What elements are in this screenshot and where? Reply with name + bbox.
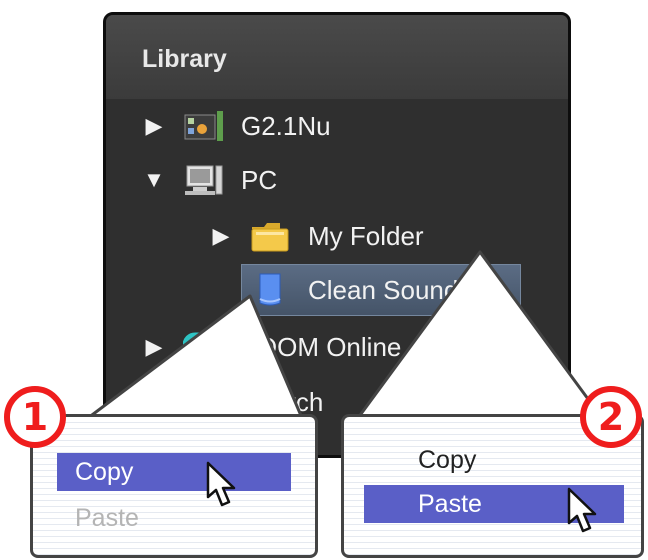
step-1-badge: 1	[4, 386, 66, 448]
tree-item-zoom-online[interactable]: ▶ ZOOM Online	[143, 325, 401, 369]
library-title: Library	[142, 45, 227, 73]
tree-item-my-folder[interactable]: ▶ My Folder	[210, 214, 424, 258]
zoom-online-icon	[182, 330, 225, 364]
mouse-cursor-icon	[567, 487, 597, 533]
expand-arrow-icon[interactable]: ▶	[143, 391, 165, 413]
tree-item-g21nu[interactable]: ▶ G2.1Nu	[143, 104, 331, 148]
copy-menu-item[interactable]: Copy	[400, 441, 624, 479]
expand-arrow-icon[interactable]: ▶	[143, 336, 165, 358]
expand-arrow-icon[interactable]: ▶	[143, 115, 165, 137]
copy-menu-item[interactable]: Copy	[57, 453, 291, 491]
patch-file-icon	[250, 273, 292, 307]
library-header: Library	[106, 15, 568, 99]
paste-menu-item: Paste	[75, 503, 139, 532]
step-2-badge: 2	[580, 386, 642, 448]
multi-effects-device-icon	[183, 109, 225, 143]
tree-item-label: Search	[241, 386, 324, 417]
expand-arrow-icon[interactable]: ▶	[210, 225, 232, 247]
tree-item-label: My Folder	[308, 220, 424, 251]
tree-item-label: ZOOM Online	[241, 331, 402, 362]
mouse-cursor-icon	[206, 461, 236, 507]
tree-item-label: G2.1Nu	[241, 110, 331, 141]
callout-1-context-menu: Copy Paste	[30, 414, 318, 558]
tree-item-label: Clean Sound	[308, 274, 459, 305]
folder-icon	[250, 219, 292, 253]
tree-item-label: PC	[241, 164, 278, 195]
computer-icon	[183, 163, 225, 197]
tree-item-pc[interactable]: ▼ PC	[143, 158, 277, 202]
tree-item-clean-sound[interactable]: Clean Sound	[210, 268, 458, 312]
collapse-arrow-icon[interactable]: ▼	[143, 169, 165, 191]
